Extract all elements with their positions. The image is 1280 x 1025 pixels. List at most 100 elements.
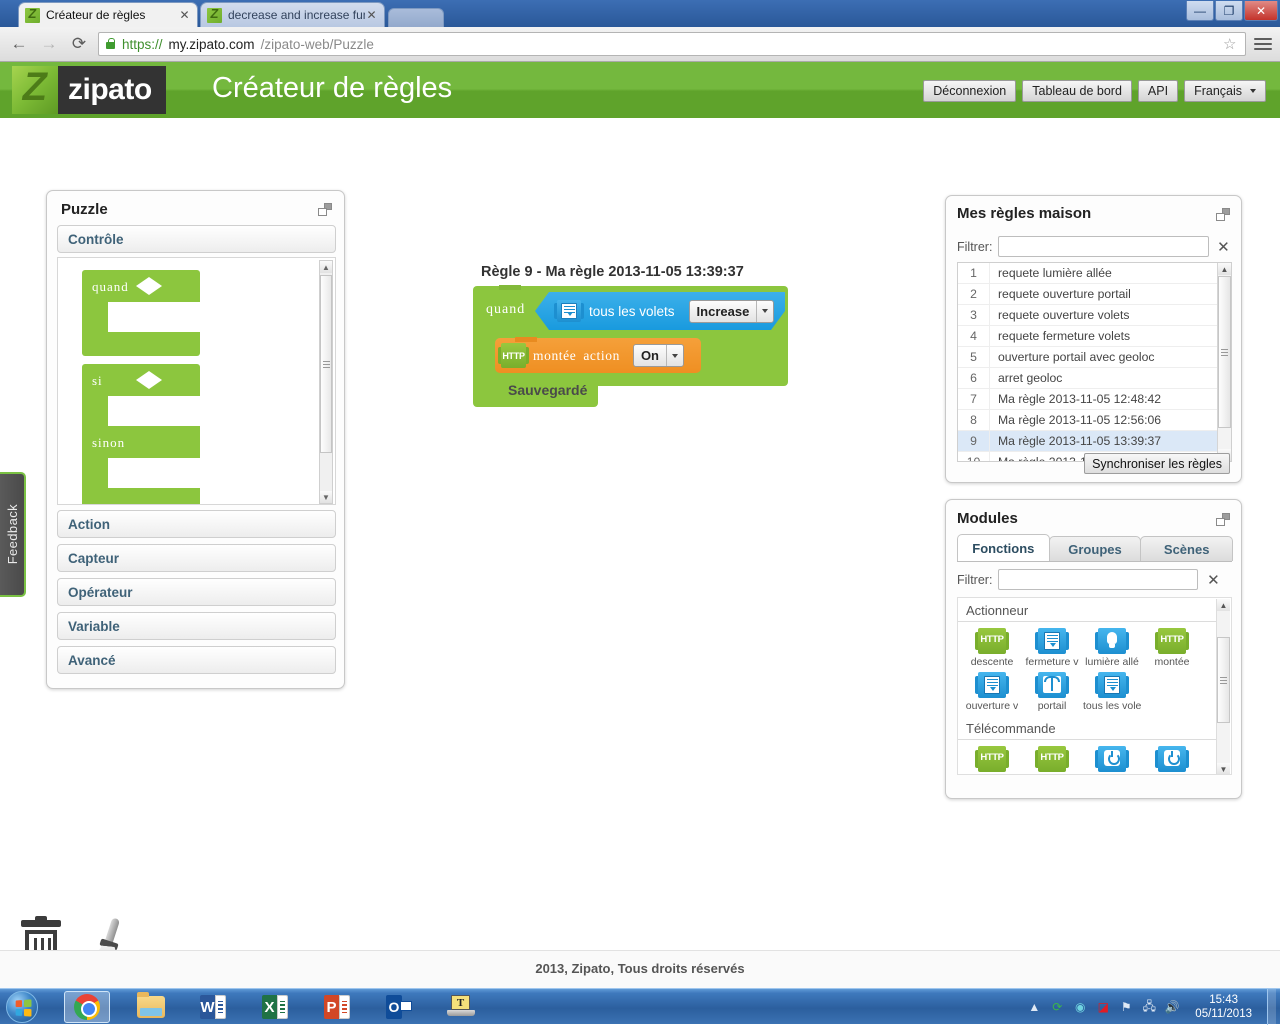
- flyout-scrollbar[interactable]: ▲ ▼: [319, 260, 333, 504]
- shutter-icon: [975, 672, 1009, 698]
- close-icon[interactable]: ✕: [365, 9, 378, 22]
- accordion-item-avance[interactable]: Avancé: [57, 646, 336, 674]
- module-item[interactable]: [1082, 746, 1142, 774]
- module-item[interactable]: HTTP: [1022, 746, 1082, 774]
- minimize-button[interactable]: —: [1186, 1, 1214, 21]
- modules-filter-input[interactable]: [998, 569, 1199, 590]
- rules-filter-input[interactable]: [998, 236, 1209, 257]
- show-desktop-button[interactable]: [1267, 989, 1276, 1025]
- modules-filter-label: Filtrer:: [957, 572, 993, 587]
- taskbar-item-teamviewer[interactable]: T: [438, 991, 484, 1023]
- dashboard-button[interactable]: Tableau de bord: [1022, 80, 1132, 102]
- language-select[interactable]: Français: [1184, 80, 1266, 102]
- rule-list-row[interactable]: 6 arret geoloc: [958, 368, 1231, 389]
- restore-icon[interactable]: [1216, 513, 1230, 526]
- scroll-up-icon[interactable]: ▲: [1218, 263, 1231, 275]
- flag-icon[interactable]: ⚑: [1118, 999, 1134, 1015]
- rule-list-row[interactable]: 2 requete ouverture portail: [958, 284, 1231, 305]
- volume-icon[interactable]: 🔊: [1164, 999, 1180, 1015]
- module-item[interactable]: fermeture v: [1022, 628, 1082, 668]
- rule-list-row[interactable]: 4 requete fermeture volets: [958, 326, 1231, 347]
- browser-tab-inactive[interactable]: decrease and increase fun ✕: [200, 2, 385, 27]
- module-item[interactable]: HTTP montée: [1142, 628, 1202, 668]
- clear-icon[interactable]: ✕: [1215, 238, 1232, 256]
- sync-rules-button[interactable]: Synchroniser les règles: [1084, 453, 1230, 474]
- scroll-up-icon[interactable]: ▲: [320, 261, 332, 273]
- accordion-label-operateur: Opérateur: [68, 584, 133, 600]
- maximize-button[interactable]: ❐: [1215, 1, 1243, 21]
- taskbar-item-excel[interactable]: X: [252, 991, 298, 1023]
- rule-list-row[interactable]: 3 requete ouverture volets: [958, 305, 1231, 326]
- bulb-icon: [1095, 628, 1129, 654]
- accordion-item-operateur[interactable]: Opérateur: [57, 578, 336, 606]
- close-icon[interactable]: ✕: [178, 9, 191, 22]
- eye-icon[interactable]: ◉: [1072, 999, 1088, 1015]
- sync-icon[interactable]: ⟳: [1049, 999, 1065, 1015]
- tab-fonctions[interactable]: Fonctions: [957, 534, 1050, 561]
- module-item[interactable]: lumière allé: [1082, 628, 1142, 668]
- accordion-item-capteur[interactable]: Capteur: [57, 544, 336, 572]
- modules-body[interactable]: Actionneur HTTP descente fermeture v lumière…: [957, 597, 1232, 775]
- trigger-block[interactable]: tous les volets Increase: [535, 292, 785, 330]
- taskbar-item-powerpoint[interactable]: P: [314, 991, 360, 1023]
- tray-expand-icon[interactable]: ▲: [1026, 999, 1042, 1015]
- network-icon[interactable]: 🖧: [1141, 999, 1157, 1015]
- tab-scenes[interactable]: Scènes: [1140, 536, 1234, 561]
- module-item[interactable]: HTTP: [962, 746, 1022, 774]
- back-icon[interactable]: ←: [8, 33, 30, 55]
- new-tab-button[interactable]: [388, 8, 444, 27]
- rule-list-row[interactable]: 9 Ma règle 2013-11-05 13:39:37: [958, 431, 1231, 452]
- restore-icon[interactable]: [318, 203, 332, 216]
- taskbar-item-chrome[interactable]: [64, 991, 110, 1023]
- scrollbar-thumb[interactable]: [320, 275, 332, 453]
- address-bar[interactable]: https://my.zipato.com/zipato-web/Puzzle …: [98, 32, 1246, 56]
- accordion-item-variable[interactable]: Variable: [57, 612, 336, 640]
- rule-list-row[interactable]: 5 ouverture portail avec geoloc: [958, 347, 1231, 368]
- zipato-logo-icon[interactable]: [12, 66, 58, 114]
- taskbar-item-explorer[interactable]: [128, 991, 174, 1023]
- modules-panel-title: Modules: [957, 510, 1018, 527]
- kaspersky-icon[interactable]: ◪: [1095, 999, 1111, 1015]
- feedback-tab[interactable]: Feedback: [0, 472, 26, 597]
- rule-list-row[interactable]: 8 Ma règle 2013-11-05 12:56:06: [958, 410, 1231, 431]
- browser-tab-active[interactable]: Créateur de règles ✕: [18, 2, 198, 27]
- api-button[interactable]: API: [1137, 80, 1179, 102]
- rule-list-row[interactable]: 1 requete lumière allée: [958, 263, 1231, 284]
- scroll-down-icon[interactable]: ▼: [1217, 763, 1230, 774]
- module-item[interactable]: ouverture v: [962, 672, 1022, 712]
- restore-icon[interactable]: [1216, 208, 1230, 221]
- reload-icon[interactable]: ⟳: [68, 33, 90, 55]
- module-item[interactable]: tous les vole: [1082, 672, 1142, 712]
- trigger-select[interactable]: Increase: [689, 300, 775, 323]
- module-item[interactable]: [1142, 746, 1202, 774]
- action-select[interactable]: On: [632, 344, 684, 367]
- scroll-down-icon[interactable]: ▼: [320, 491, 332, 503]
- forward-icon[interactable]: →: [38, 33, 60, 55]
- rules-list[interactable]: 1 requete lumière allée 2 requete ouverture…: [957, 262, 1232, 462]
- rule-block[interactable]: quand tous les volets Increase HTTP mont…: [473, 285, 788, 407]
- blockly-flyout[interactable]: quand si sinon ▲ ▼: [57, 257, 336, 505]
- taskbar-item-outlook[interactable]: O: [376, 991, 422, 1023]
- logout-button[interactable]: Déconnexion: [923, 80, 1017, 102]
- scrollbar-thumb[interactable]: [1218, 276, 1231, 428]
- tab-groupes[interactable]: Groupes: [1048, 536, 1142, 561]
- rules-scrollbar[interactable]: ▲ ▼: [1217, 263, 1231, 461]
- accordion-item-action[interactable]: Action: [57, 510, 336, 538]
- modules-scrollbar[interactable]: ▲ ▼: [1216, 599, 1230, 774]
- module-item[interactable]: portail: [1022, 672, 1082, 712]
- module-item[interactable]: HTTP descente: [962, 628, 1022, 668]
- scrollbar-thumb[interactable]: [1217, 637, 1230, 723]
- rule-list-row[interactable]: 7 Ma règle 2013-11-05 12:48:42: [958, 389, 1231, 410]
- chrome-menu-icon[interactable]: [1254, 38, 1272, 50]
- action-keyword: action: [583, 347, 620, 363]
- power-icon: [1095, 746, 1129, 772]
- window-close-button[interactable]: ✕: [1244, 1, 1278, 21]
- taskbar-item-word[interactable]: W: [190, 991, 236, 1023]
- scroll-up-icon[interactable]: ▲: [1217, 599, 1230, 611]
- taskbar-clock[interactable]: 15:43 05/11/2013: [1187, 993, 1260, 1021]
- start-button[interactable]: [6, 991, 38, 1023]
- accordion-item-controle[interactable]: Contrôle: [57, 225, 336, 253]
- action-block[interactable]: HTTP montée action On: [495, 337, 701, 373]
- clear-icon[interactable]: ✕: [1204, 571, 1222, 589]
- bookmark-star-icon[interactable]: ☆: [1223, 35, 1239, 53]
